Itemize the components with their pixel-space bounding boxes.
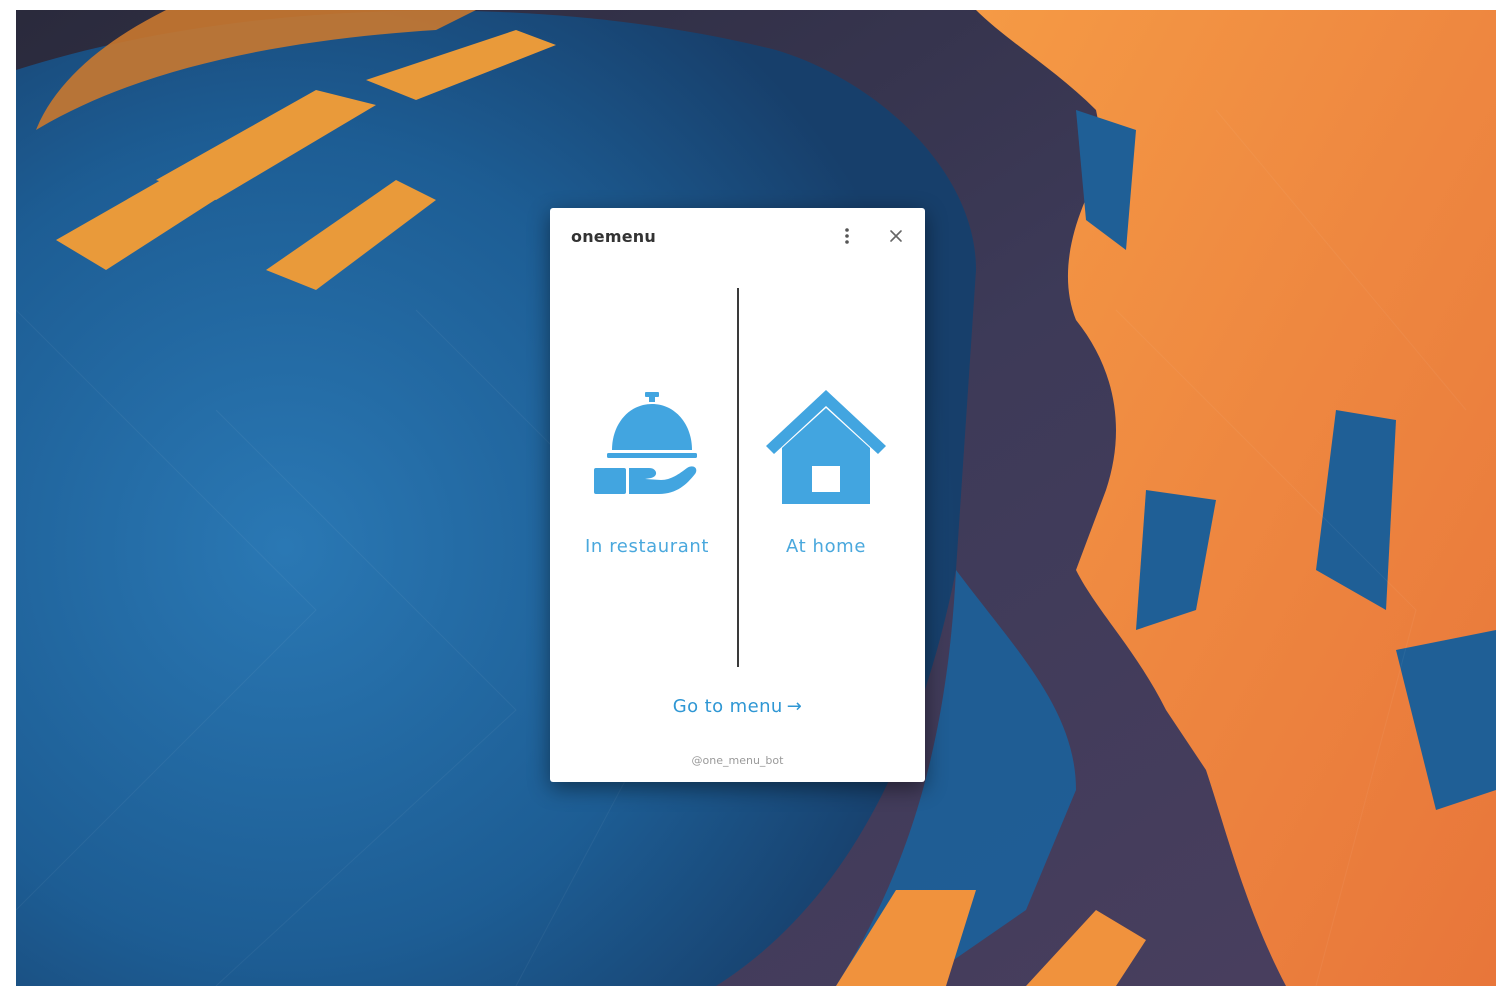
go-to-menu-label: Go to menu bbox=[672, 696, 783, 717]
option-label-at-home: At home bbox=[785, 536, 866, 557]
more-options-button[interactable] bbox=[836, 224, 858, 248]
option-in-restaurant[interactable]: In restaurant bbox=[562, 388, 732, 568]
bot-handle: @one_menu_bot bbox=[691, 754, 784, 767]
arrow-right-icon: → bbox=[786, 696, 803, 717]
onemenu-dialog: onemenu In restaurant At home Go to menu… bbox=[550, 208, 925, 782]
more-vertical-icon bbox=[845, 228, 849, 244]
serving-cloche-hand-icon bbox=[594, 392, 697, 494]
option-at-home[interactable]: At home bbox=[741, 388, 911, 568]
close-icon bbox=[890, 230, 902, 242]
app-title: onemenu bbox=[571, 227, 656, 246]
desktop-background: onemenu In restaurant At home Go to menu… bbox=[16, 10, 1496, 986]
close-button[interactable] bbox=[886, 226, 906, 246]
go-to-menu-link[interactable]: Go to menu → bbox=[550, 696, 925, 717]
house-icon bbox=[766, 390, 886, 504]
dialog-titlebar: onemenu bbox=[550, 208, 925, 266]
option-label-in-restaurant: In restaurant bbox=[584, 536, 710, 557]
options-divider bbox=[737, 288, 739, 667]
